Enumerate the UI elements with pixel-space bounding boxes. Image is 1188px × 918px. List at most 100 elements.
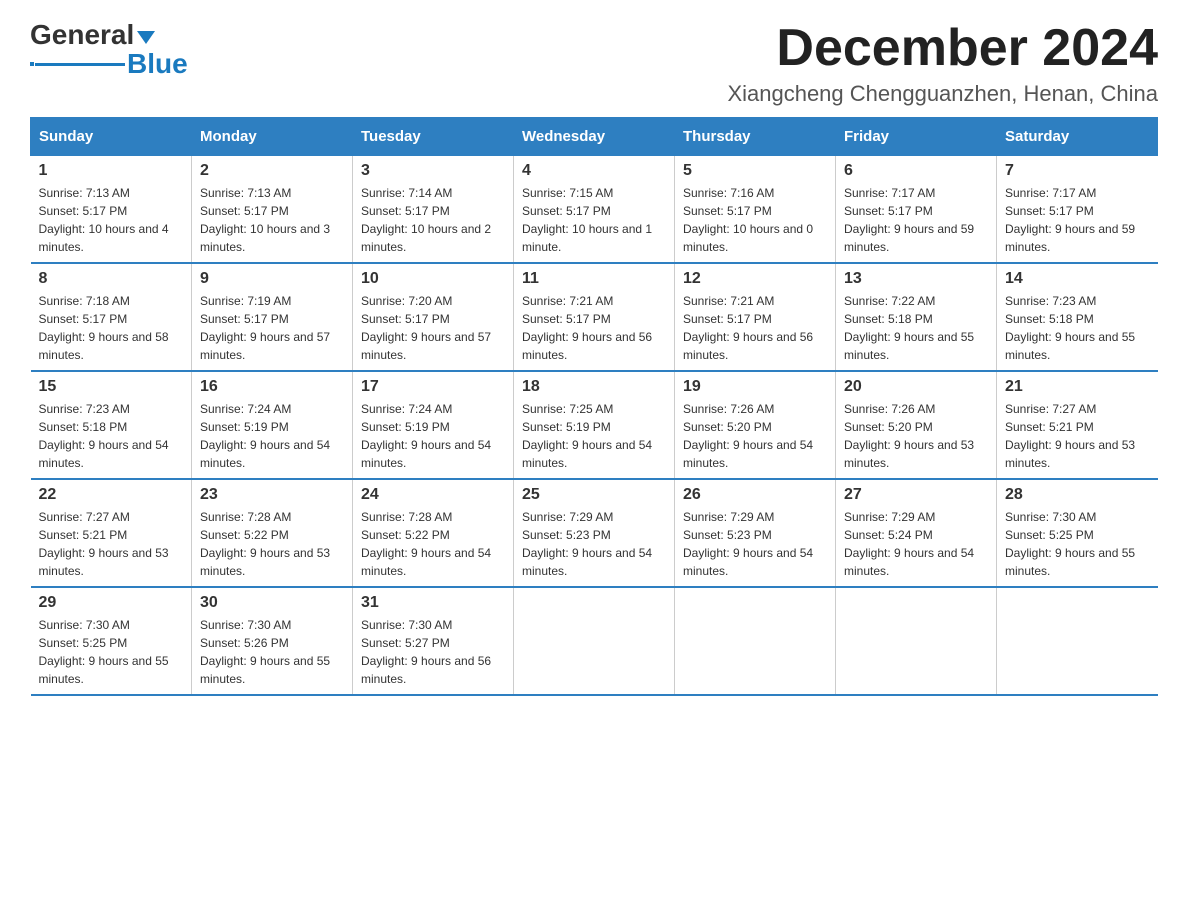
- table-row: 2 Sunrise: 7:13 AM Sunset: 5:17 PM Dayli…: [192, 156, 353, 264]
- day-info: Sunrise: 7:30 AM Sunset: 5:25 PM Dayligh…: [1005, 508, 1150, 580]
- logo: General Blue: [30, 20, 188, 80]
- day-info: Sunrise: 7:24 AM Sunset: 5:19 PM Dayligh…: [200, 400, 344, 472]
- day-info: Sunrise: 7:30 AM Sunset: 5:27 PM Dayligh…: [361, 616, 505, 688]
- table-row: 25 Sunrise: 7:29 AM Sunset: 5:23 PM Dayl…: [514, 479, 675, 587]
- day-number: 26: [683, 486, 827, 504]
- day-info: Sunrise: 7:25 AM Sunset: 5:19 PM Dayligh…: [522, 400, 666, 472]
- day-number: 19: [683, 378, 827, 396]
- day-number: 22: [39, 486, 184, 504]
- table-row: 11 Sunrise: 7:21 AM Sunset: 5:17 PM Dayl…: [514, 263, 675, 371]
- table-row: 14 Sunrise: 7:23 AM Sunset: 5:18 PM Dayl…: [997, 263, 1158, 371]
- calendar-table: Sunday Monday Tuesday Wednesday Thursday…: [30, 117, 1158, 696]
- table-row: 29 Sunrise: 7:30 AM Sunset: 5:25 PM Dayl…: [31, 587, 192, 695]
- table-row: 28 Sunrise: 7:30 AM Sunset: 5:25 PM Dayl…: [997, 479, 1158, 587]
- table-row: 22 Sunrise: 7:27 AM Sunset: 5:21 PM Dayl…: [31, 479, 192, 587]
- day-number: 30: [200, 594, 344, 612]
- day-info: Sunrise: 7:30 AM Sunset: 5:25 PM Dayligh…: [39, 616, 184, 688]
- header-tuesday: Tuesday: [353, 118, 514, 156]
- day-number: 3: [361, 162, 505, 180]
- day-number: 28: [1005, 486, 1150, 504]
- table-row: 31 Sunrise: 7:30 AM Sunset: 5:27 PM Dayl…: [353, 587, 514, 695]
- header-friday: Friday: [836, 118, 997, 156]
- page-header: General Blue December 2024 Xiangcheng Ch…: [30, 20, 1158, 107]
- table-row: [997, 587, 1158, 695]
- day-number: 15: [39, 378, 184, 396]
- header-thursday: Thursday: [675, 118, 836, 156]
- day-number: 6: [844, 162, 988, 180]
- title-section: December 2024 Xiangcheng Chengguanzhen, …: [727, 20, 1158, 107]
- day-info: Sunrise: 7:28 AM Sunset: 5:22 PM Dayligh…: [361, 508, 505, 580]
- day-info: Sunrise: 7:29 AM Sunset: 5:23 PM Dayligh…: [683, 508, 827, 580]
- day-info: Sunrise: 7:17 AM Sunset: 5:17 PM Dayligh…: [1005, 184, 1150, 256]
- logo-text-blue: Blue: [127, 49, 188, 80]
- day-number: 5: [683, 162, 827, 180]
- table-row: 16 Sunrise: 7:24 AM Sunset: 5:19 PM Dayl…: [192, 371, 353, 479]
- day-number: 16: [200, 378, 344, 396]
- day-info: Sunrise: 7:27 AM Sunset: 5:21 PM Dayligh…: [1005, 400, 1150, 472]
- day-number: 31: [361, 594, 505, 612]
- calendar-week-row: 1 Sunrise: 7:13 AM Sunset: 5:17 PM Dayli…: [31, 156, 1158, 264]
- day-info: Sunrise: 7:30 AM Sunset: 5:26 PM Dayligh…: [200, 616, 344, 688]
- day-info: Sunrise: 7:14 AM Sunset: 5:17 PM Dayligh…: [361, 184, 505, 256]
- day-number: 14: [1005, 270, 1150, 288]
- day-number: 9: [200, 270, 344, 288]
- day-info: Sunrise: 7:23 AM Sunset: 5:18 PM Dayligh…: [39, 400, 184, 472]
- day-number: 4: [522, 162, 666, 180]
- table-row: 12 Sunrise: 7:21 AM Sunset: 5:17 PM Dayl…: [675, 263, 836, 371]
- table-row: 6 Sunrise: 7:17 AM Sunset: 5:17 PM Dayli…: [836, 156, 997, 264]
- table-row: 1 Sunrise: 7:13 AM Sunset: 5:17 PM Dayli…: [31, 156, 192, 264]
- day-info: Sunrise: 7:21 AM Sunset: 5:17 PM Dayligh…: [522, 292, 666, 364]
- day-info: Sunrise: 7:27 AM Sunset: 5:21 PM Dayligh…: [39, 508, 184, 580]
- table-row: 18 Sunrise: 7:25 AM Sunset: 5:19 PM Dayl…: [514, 371, 675, 479]
- day-info: Sunrise: 7:16 AM Sunset: 5:17 PM Dayligh…: [683, 184, 827, 256]
- day-info: Sunrise: 7:22 AM Sunset: 5:18 PM Dayligh…: [844, 292, 988, 364]
- day-number: 7: [1005, 162, 1150, 180]
- table-row: 23 Sunrise: 7:28 AM Sunset: 5:22 PM Dayl…: [192, 479, 353, 587]
- table-row: [836, 587, 997, 695]
- day-info: Sunrise: 7:17 AM Sunset: 5:17 PM Dayligh…: [844, 184, 988, 256]
- day-number: 21: [1005, 378, 1150, 396]
- main-title: December 2024: [727, 20, 1158, 77]
- table-row: 7 Sunrise: 7:17 AM Sunset: 5:17 PM Dayli…: [997, 156, 1158, 264]
- calendar-week-row: 15 Sunrise: 7:23 AM Sunset: 5:18 PM Dayl…: [31, 371, 1158, 479]
- table-row: 15 Sunrise: 7:23 AM Sunset: 5:18 PM Dayl…: [31, 371, 192, 479]
- logo-text-general: General: [30, 20, 134, 51]
- day-number: 25: [522, 486, 666, 504]
- calendar-week-row: 29 Sunrise: 7:30 AM Sunset: 5:25 PM Dayl…: [31, 587, 1158, 695]
- day-number: 18: [522, 378, 666, 396]
- day-info: Sunrise: 7:29 AM Sunset: 5:23 PM Dayligh…: [522, 508, 666, 580]
- table-row: 17 Sunrise: 7:24 AM Sunset: 5:19 PM Dayl…: [353, 371, 514, 479]
- calendar-week-row: 22 Sunrise: 7:27 AM Sunset: 5:21 PM Dayl…: [31, 479, 1158, 587]
- day-info: Sunrise: 7:21 AM Sunset: 5:17 PM Dayligh…: [683, 292, 827, 364]
- table-row: 20 Sunrise: 7:26 AM Sunset: 5:20 PM Dayl…: [836, 371, 997, 479]
- header-wednesday: Wednesday: [514, 118, 675, 156]
- day-number: 29: [39, 594, 184, 612]
- day-number: 13: [844, 270, 988, 288]
- table-row: 10 Sunrise: 7:20 AM Sunset: 5:17 PM Dayl…: [353, 263, 514, 371]
- day-info: Sunrise: 7:13 AM Sunset: 5:17 PM Dayligh…: [39, 184, 184, 256]
- day-number: 20: [844, 378, 988, 396]
- table-row: 27 Sunrise: 7:29 AM Sunset: 5:24 PM Dayl…: [836, 479, 997, 587]
- day-number: 24: [361, 486, 505, 504]
- header-monday: Monday: [192, 118, 353, 156]
- table-row: 26 Sunrise: 7:29 AM Sunset: 5:23 PM Dayl…: [675, 479, 836, 587]
- day-number: 8: [39, 270, 184, 288]
- day-info: Sunrise: 7:26 AM Sunset: 5:20 PM Dayligh…: [844, 400, 988, 472]
- day-info: Sunrise: 7:28 AM Sunset: 5:22 PM Dayligh…: [200, 508, 344, 580]
- day-number: 17: [361, 378, 505, 396]
- day-info: Sunrise: 7:26 AM Sunset: 5:20 PM Dayligh…: [683, 400, 827, 472]
- day-info: Sunrise: 7:20 AM Sunset: 5:17 PM Dayligh…: [361, 292, 505, 364]
- table-row: 5 Sunrise: 7:16 AM Sunset: 5:17 PM Dayli…: [675, 156, 836, 264]
- table-row: [514, 587, 675, 695]
- table-row: 21 Sunrise: 7:27 AM Sunset: 5:21 PM Dayl…: [997, 371, 1158, 479]
- table-row: 19 Sunrise: 7:26 AM Sunset: 5:20 PM Dayl…: [675, 371, 836, 479]
- header-saturday: Saturday: [997, 118, 1158, 156]
- day-number: 2: [200, 162, 344, 180]
- table-row: 13 Sunrise: 7:22 AM Sunset: 5:18 PM Dayl…: [836, 263, 997, 371]
- day-number: 1: [39, 162, 184, 180]
- day-info: Sunrise: 7:18 AM Sunset: 5:17 PM Dayligh…: [39, 292, 184, 364]
- header-sunday: Sunday: [31, 118, 192, 156]
- day-info: Sunrise: 7:19 AM Sunset: 5:17 PM Dayligh…: [200, 292, 344, 364]
- day-number: 23: [200, 486, 344, 504]
- day-number: 27: [844, 486, 988, 504]
